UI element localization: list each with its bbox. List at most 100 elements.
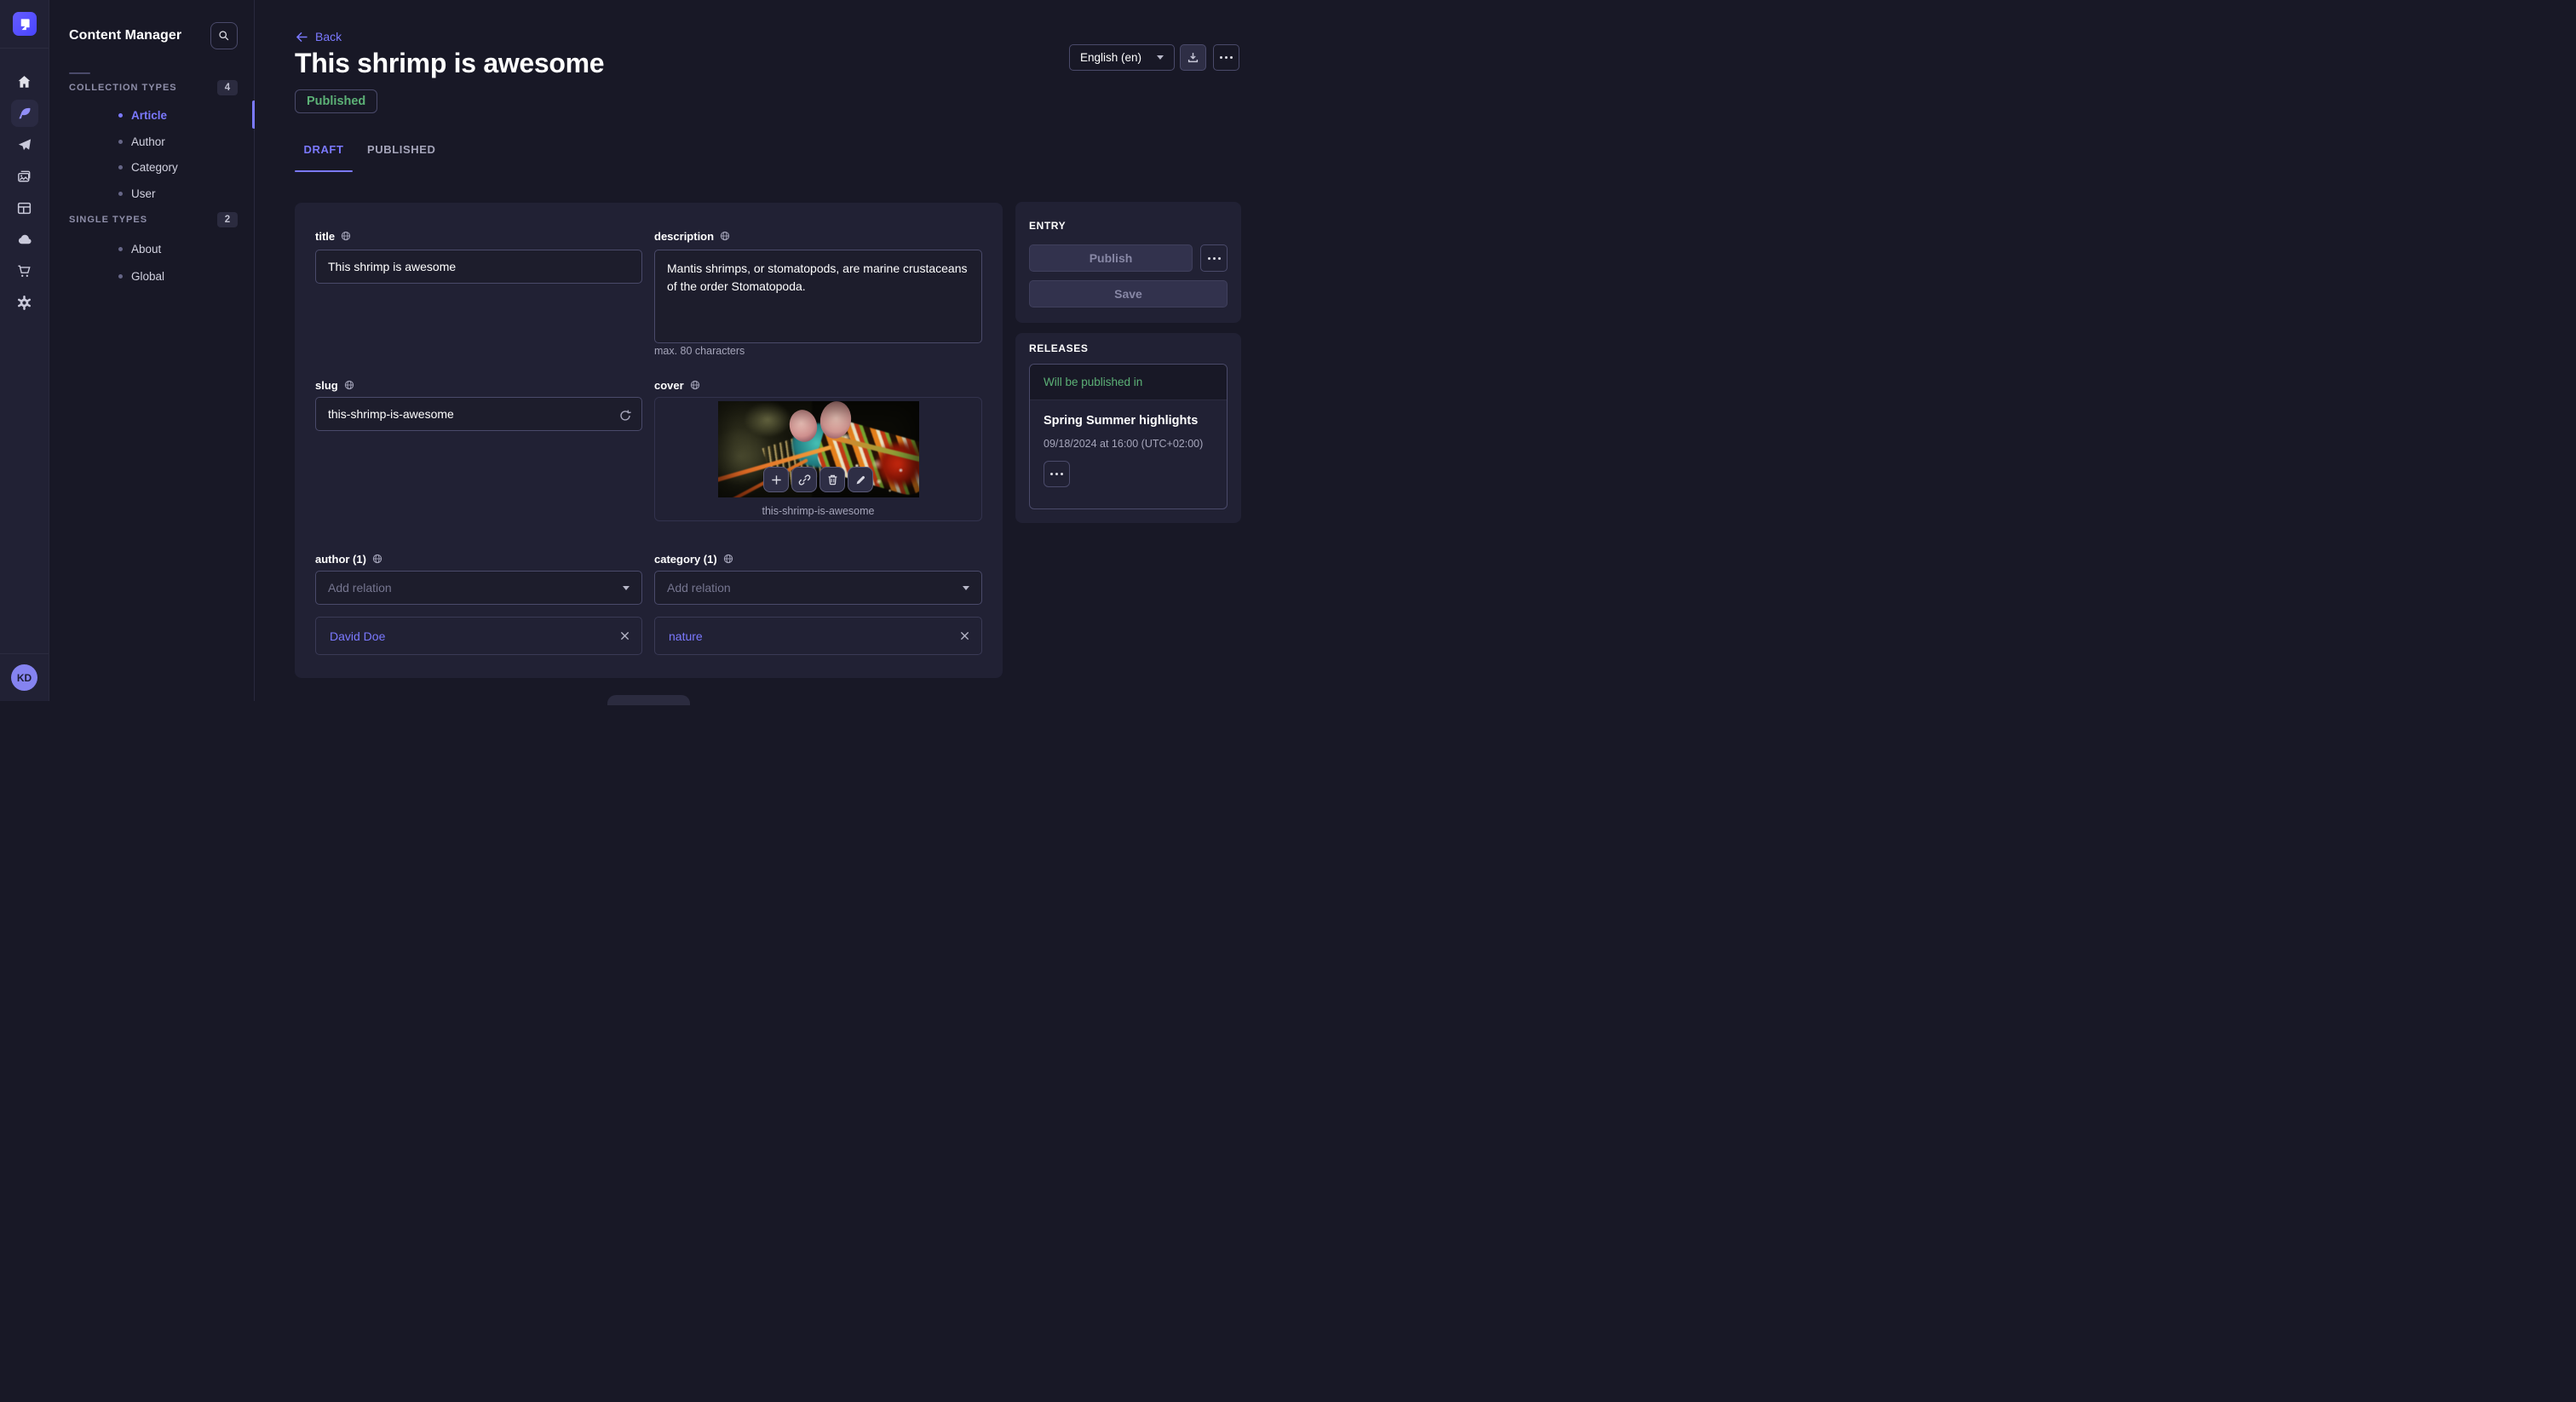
bullet-icon bbox=[118, 192, 123, 196]
page-title: This shrimp is awesome bbox=[295, 48, 604, 79]
tab-draft[interactable]: DRAFT bbox=[295, 143, 353, 157]
regenerate-slug-button[interactable] bbox=[617, 407, 634, 424]
chevron-down-icon bbox=[623, 586, 630, 590]
active-tab-underline bbox=[295, 170, 353, 172]
section-count-badge: 2 bbox=[217, 212, 238, 227]
field-label-text: description bbox=[654, 230, 714, 243]
bullet-icon bbox=[118, 247, 123, 251]
publish-button[interactable]: Publish bbox=[1029, 244, 1193, 272]
paper-plane-icon bbox=[16, 137, 32, 153]
sidebar-title: Content Manager bbox=[69, 28, 181, 43]
user-avatar[interactable]: KD bbox=[11, 664, 37, 691]
link-icon bbox=[798, 474, 811, 486]
release-status: Will be published in bbox=[1030, 365, 1227, 400]
release-more-button[interactable] bbox=[1044, 461, 1070, 487]
combobox-placeholder: Add relation bbox=[328, 581, 392, 595]
delete-media-button[interactable] bbox=[819, 467, 845, 492]
sidebar-item-label: About bbox=[131, 243, 161, 256]
releases-panel-title: RELEASES bbox=[1029, 342, 1088, 354]
ellipsis-icon bbox=[1208, 257, 1221, 260]
rail-item-media-library[interactable] bbox=[11, 163, 38, 190]
locale-select[interactable]: English (en) bbox=[1069, 44, 1175, 71]
export-button[interactable] bbox=[1180, 44, 1206, 71]
relation-link[interactable]: nature bbox=[669, 629, 703, 643]
tab-published[interactable]: PUBLISHED bbox=[367, 143, 436, 157]
field-label-text: slug bbox=[315, 379, 338, 392]
logo-cell bbox=[0, 0, 49, 49]
cart-icon bbox=[16, 263, 32, 279]
rail-item-home[interactable] bbox=[11, 68, 38, 95]
release-card: Will be published in Spring Summer highl… bbox=[1029, 364, 1228, 509]
bullet-icon bbox=[118, 113, 123, 118]
combobox-placeholder: Add relation bbox=[667, 581, 731, 595]
sidebar-item-author[interactable]: Author bbox=[118, 132, 165, 151]
globe-icon bbox=[690, 380, 700, 390]
description-textarea[interactable]: Mantis shrimps, or stomatopods, are mari… bbox=[654, 250, 982, 343]
category-relation-item: nature bbox=[654, 617, 982, 655]
version-tabs: DRAFT PUBLISHED bbox=[295, 143, 436, 157]
feather-icon bbox=[16, 106, 32, 122]
entry-more-button[interactable] bbox=[1200, 244, 1228, 272]
strapi-logo[interactable] bbox=[13, 12, 37, 36]
globe-icon bbox=[720, 231, 730, 241]
save-button[interactable]: Save bbox=[1029, 280, 1228, 307]
arrow-left-icon bbox=[296, 32, 308, 43]
sidebar-item-label: Author bbox=[131, 135, 165, 148]
chevron-down-icon bbox=[1157, 55, 1164, 60]
field-label-text: cover bbox=[654, 379, 684, 392]
cover-caption: this-shrimp-is-awesome bbox=[655, 505, 981, 517]
search-icon bbox=[218, 30, 230, 42]
search-button[interactable] bbox=[210, 22, 238, 49]
images-icon bbox=[16, 169, 32, 185]
rail-item-content-manager[interactable] bbox=[11, 100, 38, 127]
category-field-label: category (1) bbox=[654, 552, 733, 566]
author-relation-combobox[interactable]: Add relation bbox=[315, 571, 642, 605]
field-label-text: title bbox=[315, 230, 335, 243]
description-hint: max. 80 characters bbox=[654, 345, 745, 357]
section-label: SINGLE TYPES bbox=[69, 215, 147, 225]
rail-item-cloud[interactable] bbox=[11, 226, 38, 253]
rail-item-marketplace[interactable] bbox=[11, 257, 38, 284]
section-collection-types: COLLECTION TYPES 4 bbox=[69, 79, 238, 96]
sidebar-item-about[interactable]: About bbox=[118, 239, 161, 258]
plus-icon bbox=[770, 474, 783, 486]
globe-icon bbox=[344, 380, 354, 390]
strapi-logo-icon bbox=[18, 18, 31, 31]
rail-item-settings[interactable] bbox=[11, 289, 38, 316]
status-badge: Published bbox=[295, 89, 377, 113]
nav-rail: KD bbox=[0, 0, 49, 701]
slug-input[interactable] bbox=[315, 397, 642, 431]
edit-media-button[interactable] bbox=[848, 467, 873, 492]
copy-link-button[interactable] bbox=[791, 467, 817, 492]
rail-item-releases[interactable] bbox=[11, 131, 38, 158]
trash-icon bbox=[826, 474, 839, 486]
sidebar-item-category[interactable]: Category bbox=[118, 158, 178, 176]
more-actions-button[interactable] bbox=[1213, 44, 1239, 71]
globe-icon bbox=[372, 554, 382, 564]
category-relation-combobox[interactable]: Add relation bbox=[654, 571, 982, 605]
back-link[interactable]: Back bbox=[296, 30, 342, 43]
cloud-icon bbox=[16, 231, 33, 248]
bullet-icon bbox=[118, 165, 123, 170]
release-date: 09/18/2024 at 16:00 (UTC+02:00) bbox=[1044, 438, 1203, 450]
entry-panel-title: ENTRY bbox=[1029, 220, 1066, 232]
bullet-icon bbox=[118, 274, 123, 279]
field-label-text: author (1) bbox=[315, 553, 366, 566]
remove-relation-button[interactable] bbox=[620, 631, 630, 641]
sidebar-item-article[interactable]: Article bbox=[118, 106, 167, 124]
sidebar-item-label: Article bbox=[131, 109, 167, 122]
partial-bottom-element bbox=[607, 695, 690, 705]
cover-toolbar bbox=[763, 467, 873, 492]
sidebar-item-global[interactable]: Global bbox=[118, 267, 164, 285]
sidebar: Content Manager COLLECTION TYPES 4 Artic… bbox=[49, 0, 255, 701]
add-media-button[interactable] bbox=[763, 467, 789, 492]
cover-media-card: this-shrimp-is-awesome bbox=[654, 397, 982, 521]
globe-icon bbox=[723, 554, 733, 564]
relation-link[interactable]: David Doe bbox=[330, 629, 385, 643]
sidebar-item-user[interactable]: User bbox=[118, 184, 156, 203]
entry-panel: ENTRY Publish Save bbox=[1015, 202, 1241, 323]
sidebar-item-label: Global bbox=[131, 270, 164, 283]
remove-relation-button[interactable] bbox=[960, 631, 969, 641]
title-input[interactable] bbox=[315, 250, 642, 284]
rail-item-content-type-builder[interactable] bbox=[11, 194, 38, 221]
